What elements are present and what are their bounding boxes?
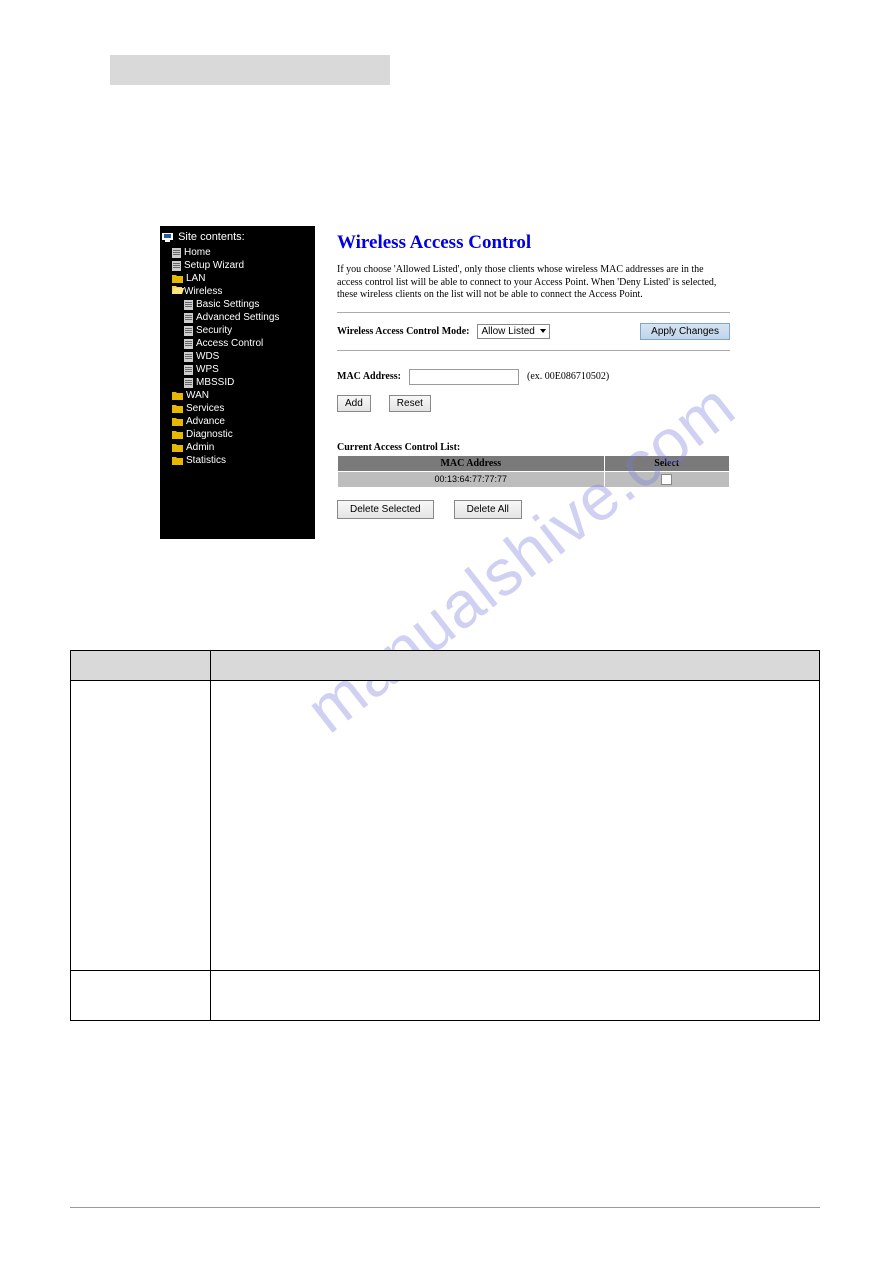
sidebar-item-label: Security [196, 325, 232, 336]
header-gray-banner [110, 55, 390, 85]
folder-icon [172, 404, 183, 413]
sidebar-item-label: Advance [186, 416, 225, 427]
footer-divider [70, 1207, 820, 1208]
sidebar-title: Site contents: [162, 230, 313, 244]
page-icon [184, 313, 193, 323]
router-screenshot: Site contents: Home Setup Wizard LAN Wir… [160, 226, 740, 539]
folder-icon [172, 430, 183, 439]
main-content: Wireless Access Control If you choose 'A… [315, 226, 740, 539]
sidebar-item-label: WAN [186, 390, 209, 401]
folder-icon [172, 443, 183, 452]
chevron-down-icon [539, 327, 547, 335]
page-icon [184, 352, 193, 362]
delete-row: Delete Selected Delete All [337, 500, 730, 519]
folder-icon [172, 456, 183, 465]
sidebar-item-lan[interactable]: LAN [162, 272, 313, 285]
sidebar-item-wan[interactable]: WAN [162, 389, 313, 402]
sidebar-item-label: Admin [186, 442, 214, 453]
folder-icon [172, 391, 183, 400]
sidebar-item-statistics[interactable]: Statistics [162, 454, 313, 467]
sidebar-item-label: Access Control [196, 338, 263, 349]
sidebar-item-label: Basic Settings [196, 299, 259, 310]
page-title: Wireless Access Control [337, 232, 730, 254]
delete-all-button[interactable]: Delete All [454, 500, 522, 519]
sidebar-item-label: Wireless [184, 286, 222, 297]
sidebar-item-label: Statistics [186, 455, 226, 466]
field-table-header-1 [71, 651, 211, 681]
add-reset-row: Add Reset [337, 395, 730, 412]
acl-title: Current Access Control List: [337, 442, 730, 453]
field-description-table [70, 650, 820, 1021]
field-table-cell [71, 971, 211, 1021]
page-icon [172, 261, 181, 271]
acl-table: MAC Address Select 00:13:64:77:77:77 [337, 455, 730, 488]
apply-changes-button[interactable]: Apply Changes [640, 323, 730, 340]
sidebar-item-wds[interactable]: WDS [162, 350, 313, 363]
sidebar-item-label: MBSSID [196, 377, 234, 388]
reset-button[interactable]: Reset [389, 395, 431, 412]
sidebar-nav: Site contents: Home Setup Wizard LAN Wir… [160, 226, 315, 539]
sidebar-item-label: WDS [196, 351, 219, 362]
sidebar-item-advanced-settings[interactable]: Advanced Settings [162, 311, 313, 324]
sidebar-item-label: Home [184, 247, 211, 258]
computer-icon [162, 233, 173, 242]
acl-row: 00:13:64:77:77:77 [338, 471, 730, 487]
sidebar-item-label: WPS [196, 364, 219, 375]
acl-cell-mac: 00:13:64:77:77:77 [338, 471, 605, 487]
sidebar-item-access-control[interactable]: Access Control [162, 337, 313, 350]
page-icon [172, 248, 181, 258]
folder-open-icon [172, 285, 184, 294]
sidebar-item-wireless[interactable]: Wireless [162, 285, 313, 298]
page-description: If you choose 'Allowed Listed', only tho… [337, 264, 730, 302]
sidebar-item-basic-settings[interactable]: Basic Settings [162, 298, 313, 311]
mac-label: MAC Address: [337, 371, 401, 382]
page-icon [184, 365, 193, 375]
sidebar-item-security[interactable]: Security [162, 324, 313, 337]
page-icon [184, 339, 193, 349]
field-table-header-2 [211, 651, 820, 681]
sidebar-item-advance[interactable]: Advance [162, 415, 313, 428]
field-table-cell [211, 971, 820, 1021]
sidebar-item-admin[interactable]: Admin [162, 441, 313, 454]
field-table-cell [211, 681, 820, 971]
folder-icon [172, 274, 183, 283]
divider [337, 312, 730, 313]
acl-cell-select [604, 471, 729, 487]
sidebar-item-setup-wizard[interactable]: Setup Wizard [162, 259, 313, 272]
field-table-cell [71, 681, 211, 971]
mac-hint: (ex. 00E086710502) [527, 371, 609, 382]
divider [337, 350, 730, 351]
page-icon [184, 326, 193, 336]
sidebar-item-home[interactable]: Home [162, 246, 313, 259]
acl-row-checkbox[interactable] [661, 474, 672, 485]
mode-row: Wireless Access Control Mode: Allow List… [337, 323, 730, 340]
delete-selected-button[interactable]: Delete Selected [337, 500, 434, 519]
sidebar-item-label: Advanced Settings [196, 312, 279, 323]
page-icon [184, 378, 193, 388]
add-button[interactable]: Add [337, 395, 371, 412]
page-icon [184, 300, 193, 310]
sidebar-item-label: Services [186, 403, 224, 414]
mac-address-input[interactable] [409, 369, 519, 385]
mac-row: MAC Address: (ex. 00E086710502) [337, 369, 730, 385]
sidebar-item-label: Diagnostic [186, 429, 233, 440]
mode-label: Wireless Access Control Mode: [337, 326, 469, 337]
acl-header-mac: MAC Address [338, 455, 605, 471]
sidebar-item-mbssid[interactable]: MBSSID [162, 376, 313, 389]
mode-select-value: Allow Listed [481, 326, 534, 337]
sidebar-item-wps[interactable]: WPS [162, 363, 313, 376]
acl-header-select: Select [604, 455, 729, 471]
mode-select[interactable]: Allow Listed [477, 324, 549, 339]
sidebar-item-services[interactable]: Services [162, 402, 313, 415]
folder-icon [172, 417, 183, 426]
sidebar-item-label: LAN [186, 273, 205, 284]
sidebar-item-diagnostic[interactable]: Diagnostic [162, 428, 313, 441]
sidebar-item-label: Setup Wizard [184, 260, 244, 271]
